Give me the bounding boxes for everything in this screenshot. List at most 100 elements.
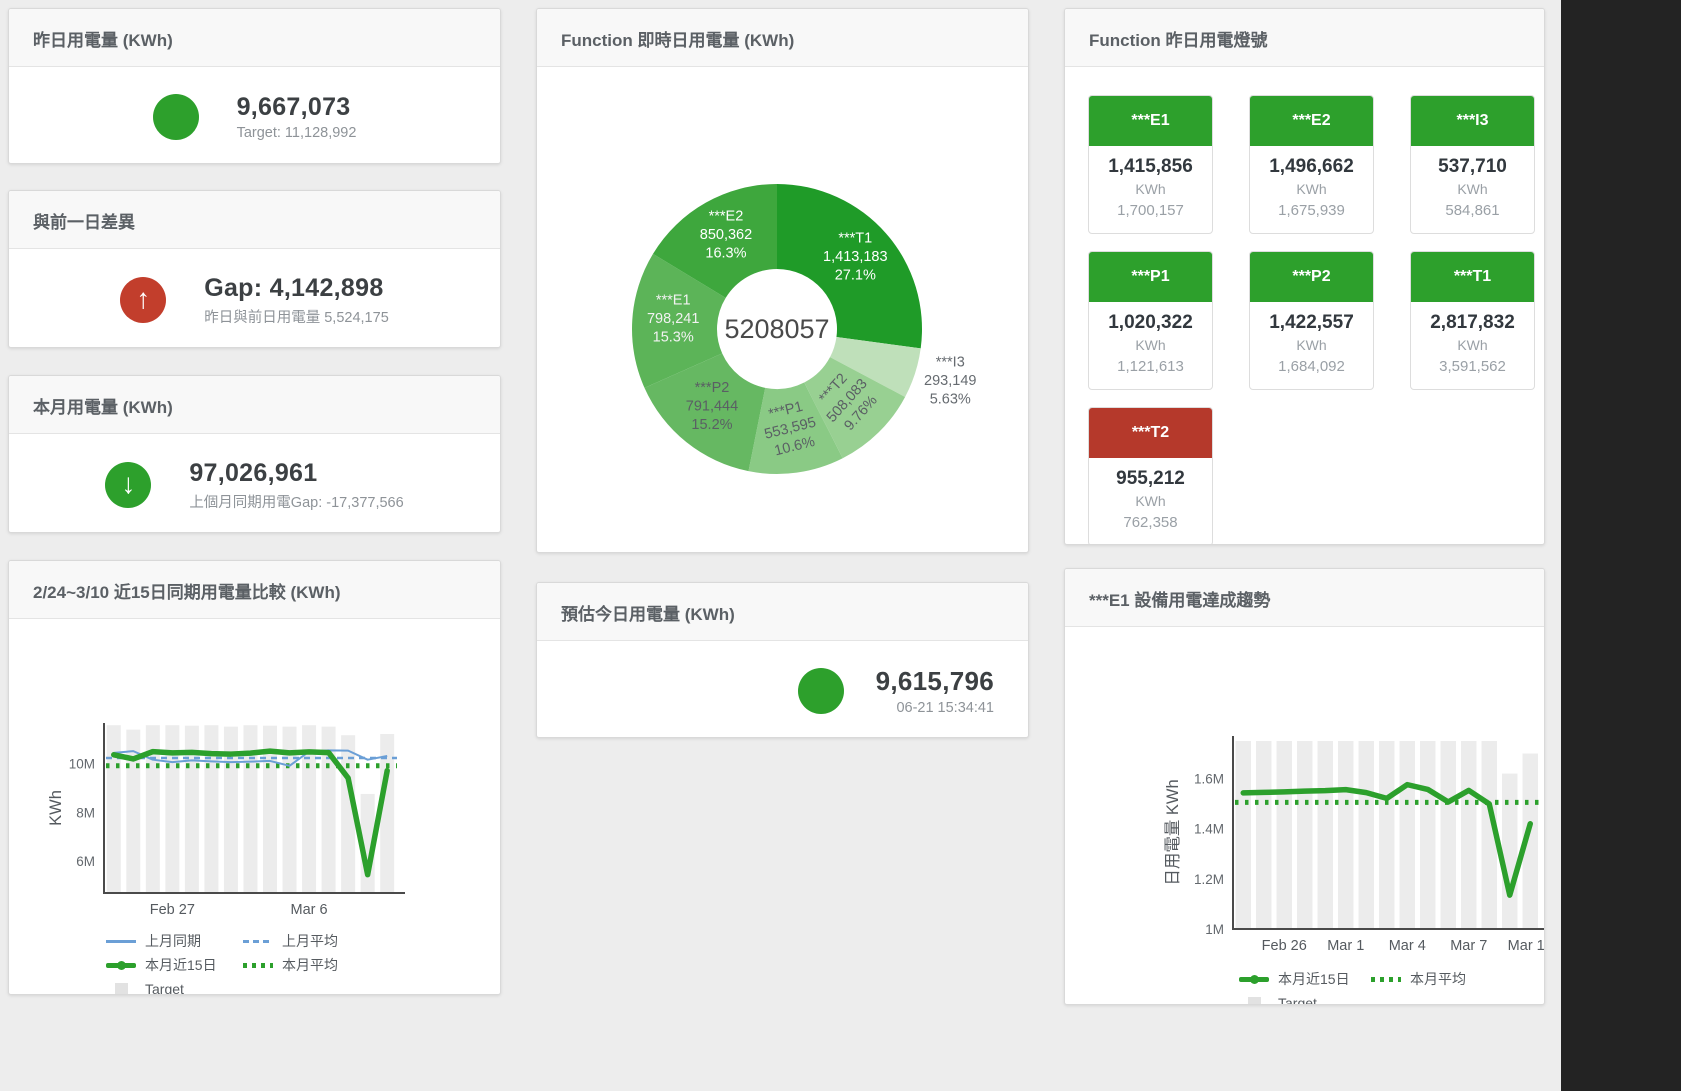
status-circle-green: ↓ (105, 462, 151, 508)
legend-row: 本月近15日 本月平均 (1239, 968, 1544, 990)
x-tick-label: Mar 7 (1450, 938, 1487, 954)
trend-chart-legend: 本月近15日 本月平均 Target (1239, 968, 1544, 1005)
legend-row: 本月近15日 本月平均 (106, 954, 500, 976)
tile-unit: KWh (1252, 179, 1371, 200)
x-tick-label: Mar 10 (1508, 938, 1545, 954)
compare-chart-legend: 上月同期 上月平均本月近15日 本月平均 Target (106, 930, 500, 995)
tile-value: 537,710 (1413, 155, 1532, 179)
tile-body: 955,212KWh762,358 (1089, 458, 1212, 545)
legend-item[interactable]: 本月平均 (243, 954, 380, 976)
trend-chart-body: 1M1.2M1.4M1.6MFeb 26Mar 1Mar 4Mar 7Mar 1… (1065, 627, 1544, 1005)
card-title: 本月用電量 (KWh) (9, 376, 500, 434)
card-e1-trend: ***E1 設備用電達成趨勢 1M1.2M1.4M1.6MFeb 26Mar 1… (1064, 568, 1545, 1005)
legend-item[interactable]: 上月平均 (243, 930, 380, 952)
kpi-text: 9,667,073 Target: 11,128,992 (237, 93, 357, 141)
tile-body: 1,415,856KWh1,700,157 (1089, 146, 1212, 233)
kpi-text: 9,615,796 06-21 15:34:41 (876, 666, 994, 716)
legend-item[interactable]: 本月近15日 (106, 954, 243, 976)
kpi-value: 9,615,796 (876, 666, 994, 697)
target-bar (1359, 741, 1375, 929)
card-month-usage: 本月用電量 (KWh) ↓ 97,026,961 上個月同期用電Gap: -17… (8, 375, 501, 533)
tile-body: 1,496,662KWh1,675,939 (1250, 146, 1373, 233)
card-realtime-donut: Function 即時日用電量 (KWh) ***T11,413,18327.1… (536, 8, 1029, 553)
tile-header: ***E1 (1089, 96, 1212, 146)
kpi-row: 9,615,796 06-21 15:34:41 (537, 641, 1028, 738)
tile-body: 1,020,322KWh1,121,613 (1089, 302, 1212, 389)
target-bar (1297, 741, 1313, 929)
card-estimate-today: 預估今日用電量 (KWh) 9,615,796 06-21 15:34:41 (536, 582, 1029, 738)
tile-value: 1,422,557 (1252, 311, 1371, 335)
tile-body: 1,422,557KWh1,684,092 (1250, 302, 1373, 389)
status-circle-green (798, 668, 844, 714)
kpi-value: 9,667,073 (237, 93, 351, 122)
legend-row: Target (1239, 992, 1544, 1005)
y-tick-label: 8M (76, 805, 95, 820)
light-tile: ***E21,496,662KWh1,675,939 (1249, 95, 1374, 234)
tile-target: 762,358 (1091, 512, 1210, 534)
kpi-row: ↓ 97,026,961 上個月同期用電Gap: -17,377,566 (9, 434, 500, 533)
legend-item[interactable]: Target (106, 978, 243, 995)
kpi-subtitle: 上個月同期用電Gap: -17,377,566 (189, 491, 403, 512)
target-bar (1420, 741, 1436, 929)
dashboard-page: 昨日用電量 (KWh) 9,667,073 Target: 11,128,992… (0, 0, 1681, 1091)
tile-header: ***T2 (1089, 408, 1212, 458)
y-tick-label: 10M (69, 756, 95, 771)
tile-header: ***P2 (1250, 252, 1373, 302)
tile-unit: KWh (1091, 491, 1210, 512)
arrow-up-icon: ↑ (136, 285, 150, 313)
card-yesterday-usage: 昨日用電量 (KWh) 9,667,073 Target: 11,128,992 (8, 8, 501, 164)
card-title: 昨日用電量 (KWh) (9, 9, 500, 67)
legend-label: Target (1278, 995, 1317, 1005)
y-tick-label: 6M (76, 854, 95, 869)
light-tile: ***P21,422,557KWh1,684,092 (1249, 251, 1374, 390)
legend-label: 本月近15日 (1278, 969, 1350, 989)
status-circle-red: ↑ (120, 277, 166, 323)
card-compare-chart: 2/24~3/10 近15日同期用電量比較 (KWh) 6M8M10MFeb 2… (8, 560, 501, 995)
target-bar (1379, 741, 1395, 929)
tile-value: 1,020,322 (1091, 311, 1210, 335)
tile-body: 2,817,832KWh3,591,562 (1411, 302, 1534, 389)
target-bar (1236, 741, 1252, 929)
y-tick-label: 1.2M (1194, 872, 1224, 887)
legend-label: 本月平均 (282, 955, 338, 975)
tile-unit: KWh (1413, 179, 1532, 200)
card-title: 預估今日用電量 (KWh) (537, 583, 1028, 641)
card-function-lights: Function 昨日用電燈號 ***E11,415,856KWh1,700,1… (1064, 8, 1545, 545)
tile-target: 1,675,939 (1252, 200, 1371, 222)
legend-marker-line-thick-icon (106, 963, 136, 968)
x-tick-label: Mar 4 (1389, 938, 1426, 954)
legend-item[interactable]: 上月同期 (106, 930, 243, 952)
target-bar (107, 725, 121, 893)
legend-marker-dashed-icon (243, 940, 273, 943)
legend-item[interactable]: Target (1239, 992, 1371, 1005)
light-tile: ***I3537,710KWh584,861 (1410, 95, 1535, 234)
status-circle-green (153, 94, 199, 140)
tile-header: ***T1 (1411, 252, 1534, 302)
compare-chart-body: 6M8M10MFeb 27Mar 6KWh 上月同期上月平均本月近15日本月平均… (9, 619, 500, 995)
tile-body: 537,710KWh584,861 (1411, 146, 1534, 233)
donut-chart-svg[interactable]: ***T11,413,18327.1%***I3293,1495.63%***T… (537, 67, 1029, 553)
card-title: ***E1 設備用電達成趨勢 (1065, 569, 1544, 627)
tile-value: 955,212 (1091, 467, 1210, 491)
legend-item[interactable]: 本月近15日 (1239, 968, 1371, 990)
target-bar (1318, 741, 1334, 929)
compare-chart-svg: 6M8M10MFeb 27Mar 6KWh (9, 719, 501, 924)
tile-header: ***P1 (1089, 252, 1212, 302)
trend-chart-svg: 1M1.2M1.4M1.6MFeb 26Mar 1Mar 4Mar 7Mar 1… (1065, 730, 1545, 962)
donut-slice-label: ***I3293,1495.63% (924, 355, 976, 408)
y-tick-label: 1M (1205, 922, 1224, 937)
target-bar (1256, 741, 1272, 929)
legend-marker-square-icon (106, 983, 136, 996)
legend-item[interactable]: 本月平均 (1371, 968, 1503, 990)
kpi-text: Gap: 4,142,898 昨日與前日用電量 5,524,175 (204, 274, 389, 327)
tile-target: 584,861 (1413, 200, 1532, 222)
kpi-row: ↑ Gap: 4,142,898 昨日與前日用電量 5,524,175 (9, 249, 500, 348)
donut-chart-body: ***T11,413,18327.1%***I3293,1495.63%***T… (537, 67, 1028, 553)
legend-label: 上月同期 (145, 931, 201, 951)
tile-value: 2,817,832 (1413, 311, 1532, 335)
legend-row: 上月同期 上月平均 (106, 930, 500, 952)
tile-header: ***E2 (1250, 96, 1373, 146)
legend-marker-square-icon (1239, 997, 1269, 1006)
x-tick-label: Feb 26 (1262, 938, 1307, 954)
tile-value: 1,415,856 (1091, 155, 1210, 179)
